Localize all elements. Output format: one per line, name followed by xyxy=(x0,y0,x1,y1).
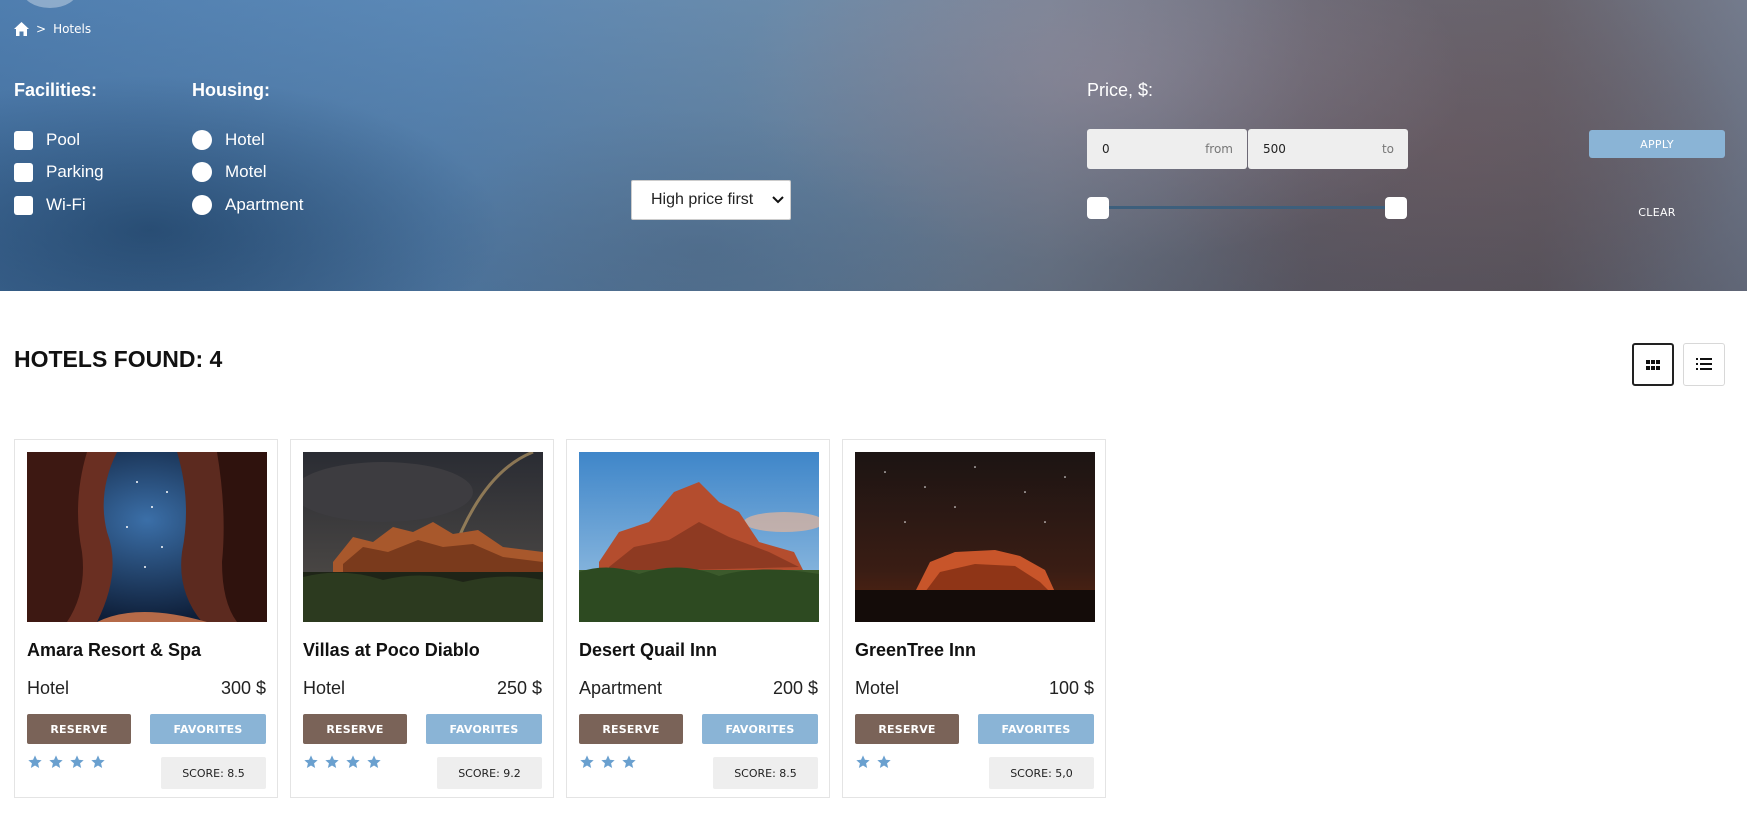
reserve-button[interactable]: RESERVE xyxy=(855,714,959,744)
star-icon xyxy=(856,755,870,768)
apply-button[interactable]: APPLY xyxy=(1589,130,1725,158)
radio-circle[interactable] xyxy=(192,195,212,215)
housing-title: Housing: xyxy=(192,80,270,100)
hotel-card[interactable]: GreenTree Inn Motel 100 $ RESERVE FAVORI… xyxy=(842,439,1106,798)
housing-hotel-radio[interactable]: Hotel xyxy=(192,130,265,150)
score-badge: SCORE: 8.5 xyxy=(161,757,266,789)
checkbox-box[interactable] xyxy=(14,162,33,182)
checkbox-box[interactable] xyxy=(14,130,33,150)
price-to-value: 500 xyxy=(1263,142,1286,156)
hotel-type: Hotel xyxy=(303,678,346,698)
star-icon xyxy=(91,755,105,768)
hotel-type: Motel xyxy=(855,678,900,698)
reserve-button[interactable]: RESERVE xyxy=(303,714,407,744)
hotel-name[interactable]: GreenTree Inn xyxy=(855,640,976,661)
price-slider-max-handle[interactable] xyxy=(1385,197,1407,219)
price-title: Price, $: xyxy=(1087,80,1154,100)
facility-label: Parking xyxy=(46,162,104,181)
facility-wifi-checkbox[interactable]: Wi-Fi xyxy=(14,195,86,215)
list-view-button[interactable] xyxy=(1683,343,1725,386)
breadcrumb: > Hotels xyxy=(14,22,91,36)
grid-view-button[interactable] xyxy=(1632,343,1674,386)
sort-selected-value: High price first xyxy=(651,191,754,208)
price-to-input[interactable]: 500 to xyxy=(1248,129,1408,169)
checkbox-box[interactable] xyxy=(14,195,33,215)
star-icon xyxy=(580,755,594,768)
chevron-down-icon xyxy=(772,191,784,209)
housing-motel-radio[interactable]: Motel xyxy=(192,162,267,182)
hotel-price: 200 $ xyxy=(772,678,818,698)
facility-parking-checkbox[interactable]: Parking xyxy=(14,162,104,182)
favorites-button[interactable]: FAVORITES xyxy=(978,714,1094,744)
star-rating xyxy=(855,754,892,770)
star-rating xyxy=(27,754,106,770)
housing-label: Hotel xyxy=(225,130,265,149)
price-slider-track[interactable] xyxy=(1097,206,1395,209)
favorites-button[interactable]: FAVORITES xyxy=(426,714,542,744)
hotel-image[interactable] xyxy=(855,452,1095,622)
hotel-card[interactable]: Amara Resort & Spa Hotel 300 $ RESERVE F… xyxy=(14,439,278,798)
home-icon[interactable] xyxy=(14,22,29,36)
facility-label: Pool xyxy=(46,130,81,149)
score-badge: SCORE: 8.5 xyxy=(713,757,818,789)
star-icon xyxy=(28,755,42,768)
favorites-button[interactable]: FAVORITES xyxy=(150,714,266,744)
price-from-suffix: from xyxy=(1205,142,1233,156)
star-icon xyxy=(304,755,318,768)
reserve-button[interactable]: RESERVE xyxy=(579,714,683,744)
hotel-image[interactable] xyxy=(303,452,543,622)
price-to-suffix: to xyxy=(1381,142,1394,156)
star-icon xyxy=(325,755,339,768)
score-badge: SCORE: 9.2 xyxy=(437,757,542,789)
hotel-image[interactable] xyxy=(27,452,267,622)
price-slider-min-handle[interactable] xyxy=(1087,197,1109,219)
score-badge: SCORE: 5,0 xyxy=(989,757,1094,789)
hotel-price: 100 $ xyxy=(1048,678,1094,698)
clear-button[interactable]: CLEAR xyxy=(1589,202,1725,222)
breadcrumb-current: Hotels xyxy=(53,22,92,36)
star-icon xyxy=(367,755,381,768)
sort-select[interactable]: High price first xyxy=(631,180,791,220)
radio-circle[interactable] xyxy=(192,130,212,150)
price-from-input[interactable]: 0 from xyxy=(1087,129,1247,169)
star-icon xyxy=(346,755,360,768)
hotel-image[interactable] xyxy=(579,452,819,622)
favorites-button[interactable]: FAVORITES xyxy=(702,714,818,744)
star-rating xyxy=(579,754,637,770)
hotel-card[interactable]: Desert Quail Inn Apartment 200 $ RESERVE… xyxy=(566,439,830,798)
facility-label: Wi-Fi xyxy=(46,195,86,214)
star-rating xyxy=(303,754,382,770)
hotel-type: Hotel xyxy=(27,678,70,698)
list-icon xyxy=(1696,355,1712,374)
hotel-name[interactable]: Villas at Poco Diablo xyxy=(303,640,480,661)
hotel-name[interactable]: Amara Resort & Spa xyxy=(27,640,201,661)
hotel-card[interactable]: Villas at Poco Diablo Hotel 250 $ RESERV… xyxy=(290,439,554,798)
housing-apartment-radio[interactable]: Apartment xyxy=(192,195,303,215)
hotel-price: 300 $ xyxy=(220,678,266,698)
star-icon xyxy=(49,755,63,768)
grid-icon xyxy=(1646,355,1660,374)
results-count-title: HOTELS FOUND: 4 xyxy=(14,346,223,372)
housing-label: Motel xyxy=(225,162,267,181)
reserve-button[interactable]: RESERVE xyxy=(27,714,131,744)
radio-circle[interactable] xyxy=(192,162,212,182)
star-icon xyxy=(601,755,615,768)
breadcrumb-separator: > xyxy=(36,22,47,36)
star-icon xyxy=(877,755,891,768)
facilities-title: Facilities: xyxy=(14,80,98,100)
hotel-price: 250 $ xyxy=(496,678,542,698)
hotel-type: Apartment xyxy=(579,678,663,698)
filter-banner: > Hotels Facilities: Pool Parking Wi-Fi … xyxy=(0,0,1747,291)
hotel-name[interactable]: Desert Quail Inn xyxy=(579,640,717,661)
star-icon xyxy=(70,755,84,768)
housing-label: Apartment xyxy=(225,195,304,214)
facility-pool-checkbox[interactable]: Pool xyxy=(14,130,80,150)
price-from-value: 0 xyxy=(1102,142,1110,156)
star-icon xyxy=(622,755,636,768)
